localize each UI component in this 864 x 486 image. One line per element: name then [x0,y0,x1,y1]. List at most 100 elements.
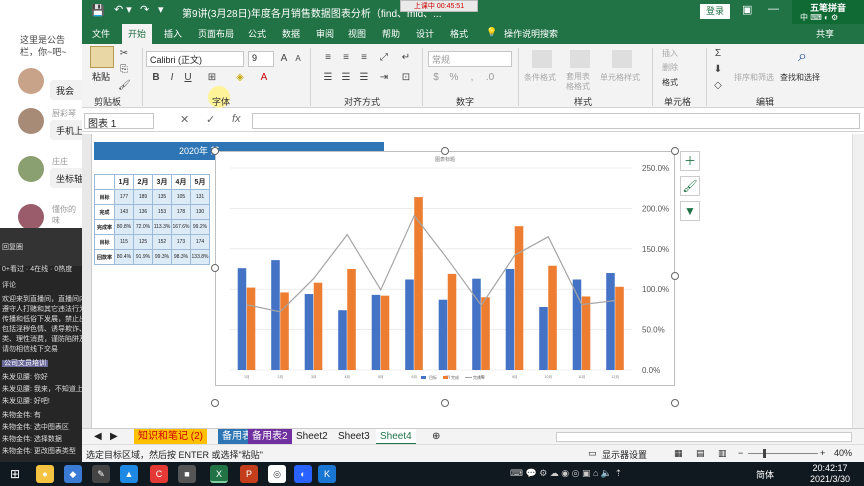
zoom-slider-thumb[interactable] [763,449,766,458]
tab-file[interactable]: 文件 [92,27,110,40]
table-cell[interactable]: 167.6% [171,219,191,235]
table-cell[interactable]: 105 [171,189,191,205]
table-cell[interactable]: 113.3% [152,219,172,235]
cell-style-icon[interactable] [612,50,632,68]
cut-icon[interactable]: ✂ [118,48,130,60]
taskbar-app-icon[interactable]: ● [36,465,54,483]
tab-page-layout[interactable]: 页面布局 [198,27,234,40]
table-cell[interactable]: 91.9% [133,249,153,265]
taskbar-app-icon[interactable]: ■ [178,465,196,483]
chrome-taskbar-icon[interactable]: ◎ [268,465,286,483]
taskbar-app-icon[interactable]: ✎ [92,465,110,483]
increase-decimal-icon[interactable]: .0 [484,72,496,84]
resize-handle[interactable] [441,399,449,407]
table-cell[interactable]: 3月 [152,174,172,190]
align-top-icon[interactable]: ≡ [322,52,334,64]
table-cell[interactable]: 131 [190,189,210,205]
table-cell[interactable]: 174 [190,234,210,250]
italic-icon[interactable]: I [166,72,178,84]
tab-formulas[interactable]: 公式 [248,27,266,40]
align-bottom-icon[interactable]: ≡ [358,52,370,64]
table-cell[interactable] [94,174,115,190]
sheet-tab[interactable]: Sheet3 [334,429,374,445]
table-cell[interactable]: 130 [190,204,210,220]
table-cell[interactable]: 72.0% [133,219,153,235]
zoom-slider[interactable] [748,453,818,454]
autosum-icon[interactable]: Σ [712,48,724,60]
zoom-level[interactable]: 40% [834,448,852,458]
chart-area[interactable]: 0.0% 50.0% 100.0% 150.0% 200.0% 250.0% 1月 2月 3月 4… [215,151,675,386]
cancel-icon[interactable]: ✕ [180,113,189,126]
sheet-tab-active[interactable]: Sheet4 [376,429,416,445]
table-cell[interactable]: 1月 [114,174,134,190]
prev-sheet-icon[interactable]: ◀ [90,429,106,445]
resize-handle[interactable] [671,147,679,155]
resize-handle[interactable] [211,147,219,155]
bold-icon[interactable]: B [150,72,162,84]
start-icon[interactable]: ⊞ [6,465,24,483]
share-button[interactable]: 共享 [816,27,834,40]
display-settings-icon[interactable]: ▭ [588,448,597,459]
table-cell[interactable]: 80.4% [114,249,134,265]
percent-icon[interactable]: % [448,72,460,84]
paste-button[interactable]: 粘贴 [92,70,110,83]
conditional-format-icon[interactable] [532,50,552,68]
login-button[interactable]: 登录 [700,4,730,19]
fill-icon[interactable]: ⬇ [712,64,724,76]
align-left-icon[interactable]: ☰ [322,72,334,84]
taskbar-app-icon[interactable]: C [150,465,168,483]
autosave-icon[interactable]: 💾 [88,2,108,20]
sheet-tab[interactable]: 知识和笔记 (2) [134,429,207,445]
enter-icon[interactable]: ✓ [206,113,215,126]
font-name-select[interactable]: Calibri (正文) [146,51,244,67]
align-right-icon[interactable]: ☰ [358,72,370,84]
page-break-view-icon[interactable]: ▥ [718,448,727,459]
clear-icon[interactable]: ◇ [712,80,724,92]
increase-font-icon[interactable]: A [278,53,290,65]
tab-design[interactable]: 设计 [416,27,434,40]
underline-icon[interactable]: U [182,72,194,84]
sheet-tab[interactable]: 备用表2 [248,429,292,445]
font-size-select[interactable]: 9 [248,51,274,67]
borders-icon[interactable]: ⊞ [206,72,218,84]
wrap-text-icon[interactable]: ↵ [400,52,412,64]
table-cell[interactable]: 153 [152,204,172,220]
table-format-icon[interactable] [570,50,590,68]
tab-home[interactable]: 开始 [122,24,153,44]
chart-styles-icon[interactable]: 🖌 [680,176,700,196]
name-box[interactable]: 图表 1 [84,113,154,130]
align-middle-icon[interactable]: ≡ [340,52,352,64]
table-cell[interactable]: 136 [133,204,153,220]
minimize-icon[interactable]: — [768,3,779,15]
table-cell[interactable]: 目标 [94,189,115,205]
table-cell[interactable]: 98.3% [171,249,191,265]
chart-title[interactable]: 图表标题 [435,156,455,163]
insert-cells-button[interactable]: 插入 [662,48,678,59]
next-sheet-icon[interactable]: ▶ [106,429,122,445]
horizontal-scrollbar[interactable] [556,432,852,442]
taskbar-app-icon[interactable]: ◐ [294,465,312,483]
normal-view-icon[interactable]: ▦ [674,448,683,459]
page-layout-view-icon[interactable]: ▤ [696,448,705,459]
format-cells-button[interactable]: 格式 [662,77,678,88]
table-cell[interactable]: 173 [171,234,191,250]
font-color-icon[interactable]: A [258,72,270,84]
tab-help[interactable]: 帮助 [382,27,400,40]
undo-icon[interactable]: ↶ ▾ [114,3,132,16]
table-cell[interactable]: 80.8% [114,219,134,235]
tell-me-search[interactable]: 操作说明搜索 [504,27,558,40]
table-cell[interactable]: 178 [171,204,191,220]
zoom-out-icon[interactable]: − [738,448,743,458]
qat-more-icon[interactable]: ▾ [158,3,164,16]
find-select-button[interactable]: 查找和选择 [780,72,820,83]
table-cell[interactable]: 99.3% [152,249,172,265]
table-cell[interactable]: 152 [152,234,172,250]
fill-color-icon[interactable]: ◈ [234,72,246,84]
decrease-font-icon[interactable]: A [292,53,304,65]
chart-filter-icon[interactable]: ▼ [680,201,700,221]
ime-language[interactable]: 简体 [756,468,774,481]
comma-icon[interactable]: , [466,72,478,84]
paste-icon[interactable] [90,46,114,68]
sort-filter-button[interactable]: 排序和筛选 [734,72,774,83]
redo-icon[interactable]: ↷ [140,3,149,16]
